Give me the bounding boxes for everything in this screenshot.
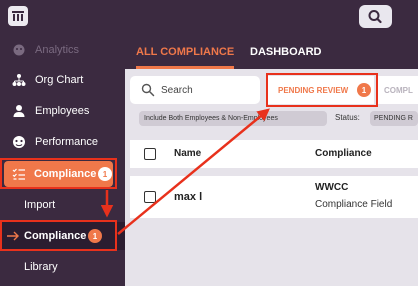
- annotation-arrows: [100, 108, 270, 235]
- diagonal-arrow: [117, 108, 270, 235]
